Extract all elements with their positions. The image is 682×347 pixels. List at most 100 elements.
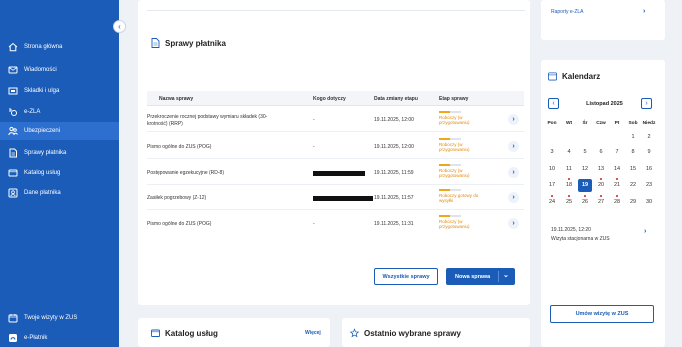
case-status-continued: przygotowaniu): [439, 224, 470, 229]
chevron-right-icon[interactable]: ›: [643, 8, 645, 15]
table-row[interactable]: Pismo ogólne do ZUS (POG) - 19.11.2025, …: [147, 212, 524, 236]
calendar-day[interactable]: 3: [545, 146, 559, 159]
visit-title[interactable]: Wizyta stacjonarna w ZUS: [551, 236, 610, 242]
calendar-day[interactable]: 26: [578, 196, 592, 209]
case-name: Przekroczenie rocznej podstawy wymiaru s…: [147, 114, 268, 120]
chevron-right-icon[interactable]: ›: [508, 192, 519, 203]
case-who: -: [313, 144, 315, 150]
sidebar-item-label: Sprawy płatnika: [24, 150, 67, 156]
sidebar-item-label: e-ZLA: [24, 109, 41, 115]
calendar-day[interactable]: 8: [626, 146, 640, 159]
visit-date: 19.11.2025, 12:20: [551, 227, 591, 233]
calendar-day[interactable]: 16: [642, 163, 656, 176]
event-dot: [616, 178, 618, 180]
calendar-day[interactable]: 17: [545, 179, 559, 192]
status-progress-bar: [439, 189, 461, 191]
calendar-day[interactable]: 24: [545, 196, 559, 209]
recent-cases-title: Ostatnio wybrane sprawy: [364, 328, 461, 338]
event-dot: [568, 178, 570, 180]
new-case-button[interactable]: Nowa sprawa ⌄: [446, 268, 515, 285]
calendar-day[interactable]: 12: [578, 163, 592, 176]
chevron-down-icon[interactable]: ⌄: [503, 271, 509, 279]
all-cases-button[interactable]: Wszystkie sprawy: [374, 268, 438, 285]
case-date: 19.11.2025, 11:59: [374, 170, 414, 176]
calendar-day-today[interactable]: 19: [578, 179, 592, 192]
calendar-day[interactable]: 14: [610, 163, 624, 176]
table-row[interactable]: Pismo ogólne do ZUS (POG) - 19.11.2025, …: [147, 135, 524, 159]
sidebar-item-cases[interactable]: Sprawy płatnika: [0, 144, 119, 162]
medical-icon: [7, 107, 18, 118]
case-status-continued: przygotowaniu): [439, 147, 470, 152]
calendar-day[interactable]: 15: [626, 163, 640, 176]
case-date: 19.11.2025, 11:31: [374, 221, 414, 227]
calendar-day[interactable]: 5: [578, 146, 592, 159]
chevron-right-icon[interactable]: ›: [508, 218, 519, 229]
calendar-day[interactable]: 13: [594, 163, 608, 176]
button-separator: [498, 271, 499, 282]
calendar-day[interactable]: 11: [562, 163, 576, 176]
star-icon: [350, 328, 359, 338]
calendar-day[interactable]: 6: [594, 146, 608, 159]
table-row[interactable]: Zasiłek pogrzebowy (Z-12) 19.11.2025, 11…: [147, 186, 524, 210]
sidebar-item-messages[interactable]: Wiadomości: [0, 61, 119, 79]
calendar-day[interactable]: 2: [642, 131, 656, 144]
calendar-day[interactable]: 20: [594, 179, 608, 192]
calendar-day[interactable]: 30: [642, 196, 656, 209]
calendar-day[interactable]: 28: [610, 196, 624, 209]
calendar-day[interactable]: 10: [545, 163, 559, 176]
case-date: 19.11.2025, 12:00: [374, 117, 414, 123]
calendar-day[interactable]: 4: [562, 146, 576, 159]
weekday-label: Wt: [565, 121, 573, 126]
chevron-left-icon: ‹: [118, 22, 121, 31]
sidebar-item-label: Ubezpieczeni: [24, 128, 61, 134]
chevron-right-icon: ›: [645, 100, 648, 107]
event-dot: [600, 178, 602, 180]
sidebar-collapse-button[interactable]: ‹: [113, 20, 126, 33]
table-row[interactable]: Przekroczenie rocznej podstawy wymiaru s…: [147, 108, 524, 132]
previous-month-button[interactable]: ‹: [548, 98, 559, 109]
calendar-day[interactable]: 9: [642, 146, 656, 159]
coins-icon: [7, 86, 18, 97]
calendar-day[interactable]: 22: [626, 179, 640, 192]
sidebar-item-visits[interactable]: Twoje wizyty w ZUS: [0, 309, 119, 327]
chevron-right-icon[interactable]: ›: [644, 228, 646, 235]
redacted-who: [313, 196, 373, 201]
case-name: Pismo ogólne do ZUS (POG): [147, 144, 212, 150]
reports-card: [541, 0, 665, 40]
calendar-day[interactable]: 23: [642, 179, 656, 192]
next-month-button[interactable]: ›: [641, 98, 652, 109]
sidebar-item-payer-data[interactable]: Dane płatnika: [0, 184, 119, 202]
sidebar-item-contributions[interactable]: Składki i ulga: [0, 82, 119, 100]
cases-title: Sprawy płatnika: [165, 38, 226, 48]
sidebar-item-catalog[interactable]: Katalog usług: [0, 164, 119, 182]
calendar-day[interactable]: 1: [626, 131, 640, 144]
table-row[interactable]: Postępowanie egzekucyjne (RD-8) 19.11.20…: [147, 161, 524, 185]
weekday-label: Niedz: [642, 121, 656, 126]
sidebar-item-label: Wiadomości: [24, 67, 57, 73]
case-name: Zasiłek pogrzebowy (Z-12): [147, 195, 207, 201]
calendar-day[interactable]: 25: [562, 196, 576, 209]
case-name-continued: krotność) (RRP): [147, 121, 183, 127]
calendar-day[interactable]: 7: [610, 146, 624, 159]
chevron-right-icon[interactable]: ›: [508, 167, 519, 178]
cases-card-header: Sprawy płatnika: [151, 38, 226, 48]
calendar-day[interactable]: 21: [610, 179, 624, 192]
event-dot: [551, 195, 553, 197]
calendar-day[interactable]: 29: [626, 196, 640, 209]
sidebar-item-home[interactable]: Strona główna: [0, 38, 119, 56]
sidebar-item-insured[interactable]: Ubezpieczeni: [0, 122, 119, 140]
chevron-right-icon[interactable]: ›: [508, 114, 519, 125]
book-visit-button[interactable]: Umów wizytę w ZUS: [550, 305, 654, 323]
catalog-icon: [7, 168, 18, 179]
catalog-title: Katalog usług: [165, 328, 218, 338]
calendar-day[interactable]: 18: [562, 179, 576, 192]
sidebar-item-ezla[interactable]: e-ZLA: [0, 103, 119, 121]
sidebar-item-e-platnik[interactable]: e-Płatnik: [0, 329, 119, 347]
document-icon: [151, 38, 160, 48]
new-case-label: Nowa sprawa: [455, 273, 491, 280]
catalog-icon: [151, 329, 160, 337]
chevron-right-icon[interactable]: ›: [508, 141, 519, 152]
reports-link[interactable]: Raporty e-ZLA: [551, 9, 584, 15]
catalog-more-link[interactable]: Więcej: [305, 330, 321, 336]
calendar-day[interactable]: 27: [594, 196, 608, 209]
